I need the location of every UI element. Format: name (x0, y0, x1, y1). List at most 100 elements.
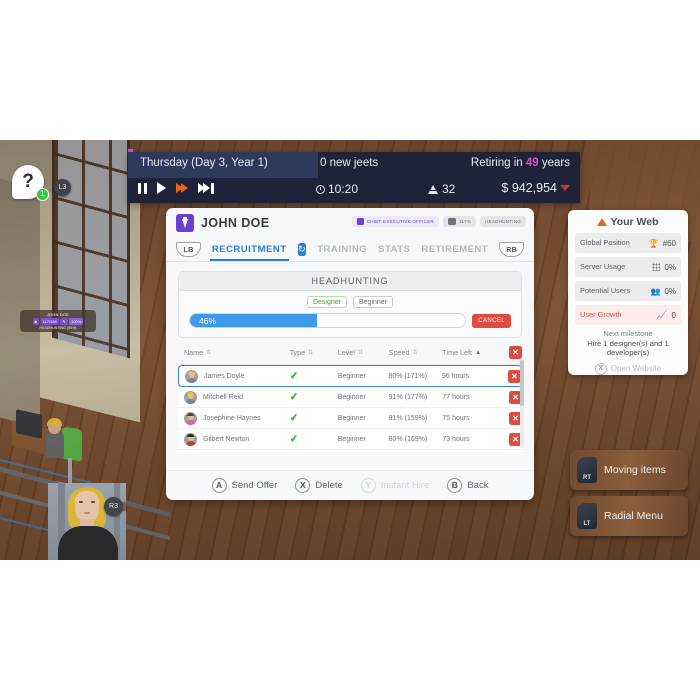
chip-role: CHIEF EXECUTIVE OFFICER (351, 216, 439, 227)
hint-radial-menu[interactable]: LT Radial Menu (570, 496, 688, 536)
candidate-name: Mitchell Reid (203, 393, 244, 401)
retirement-suffix: years (541, 157, 570, 169)
candidate-name: James Doyle (204, 372, 245, 380)
rt-trigger-label: RT (583, 475, 591, 481)
stat-label-server-usage: Server Usage (580, 262, 626, 272)
cell-name: Josephine Haynes (178, 411, 290, 425)
chip-task-label: HEADHUNTING (485, 219, 521, 224)
retirement-prefix: Retiring in (470, 157, 523, 169)
tie-knot-icon (183, 217, 187, 221)
cancel-headhunting-button[interactable]: CANCEL (472, 313, 511, 328)
column-header-level[interactable]: Level ⇅ (338, 346, 389, 359)
worker-stat-chip: 117/194 (40, 318, 59, 325)
candidate-name: Gilbert Newton (203, 435, 250, 443)
stat-potential-users: Potential Users 👥 0% (575, 281, 681, 301)
worker-role-icon: ■ (32, 318, 40, 325)
speed-controls (138, 182, 214, 194)
global-position-value: #60 (662, 238, 676, 248)
cell-time-left: 73 hours (442, 435, 470, 443)
jeets-label[interactable]: 0 new jeets (320, 157, 378, 169)
table-scroll-thumb[interactable] (520, 360, 524, 406)
table-row[interactable]: Gilbert Newton ✔ Beginner 80% (169%) 73 hour… (178, 429, 522, 450)
chip-efficiency: 117% (442, 216, 477, 227)
column-header-time-left[interactable]: Time Left ▲ (442, 346, 499, 359)
portrait-mouth (84, 512, 90, 514)
potential-users-value: 0% (664, 286, 676, 296)
panel-header: JOHN DOE CHIEF EXECUTIVE OFFICER 117% HE… (166, 208, 534, 238)
hint-moving-items[interactable]: RT Moving items (570, 450, 688, 490)
column-header-speed[interactable]: Speed ⇅ (389, 346, 443, 359)
candidate-avatar (184, 411, 197, 425)
candidate-avatar (184, 390, 197, 404)
headhunting-progress-bar: 46% (189, 313, 467, 328)
table-row[interactable]: Luna Ellison✔Beginner91% (167%)71 hours✕ (178, 450, 522, 452)
panel-tabs: LB RECRUITMENT ↻ TRAINING STATS RETIREME… (166, 238, 534, 262)
lt-trigger-label: LT (583, 521, 591, 527)
portrait-eye-left (79, 501, 83, 503)
table-row[interactable]: Josephine Haynes ✔ Beginner 91% (159%) 75 ho… (178, 408, 522, 429)
column-header-name[interactable]: Name ⇅ (178, 346, 290, 359)
table-scrollbar[interactable] (520, 360, 524, 448)
r3-stick-button[interactable]: R3 (104, 497, 123, 516)
stat-value-potential-users: 👥 0% (650, 287, 676, 296)
column-label-time-left: Time Left (442, 348, 473, 357)
tab-recruitment[interactable]: RECRUITMENT (209, 244, 289, 261)
table-row[interactable]: Mitchell Reid ✔ Beginner 91% (177%) 77 hours… (178, 387, 522, 408)
cell-level: Beginner (337, 372, 366, 380)
status-topbar: Thursday (Day 3, Year 1) 0 new jeets Ret… (128, 149, 580, 203)
grid-icon (652, 263, 661, 271)
your-web-panel: Your Web Global Position 🏆 #60 Server Us… (568, 210, 688, 375)
panel-action-bar: A Send Offer X Delete Y Instant Hire B Back (166, 470, 534, 500)
candidate-avatar (184, 432, 197, 446)
sort-icon-type: ⇅ (308, 350, 314, 356)
action-label: Send Offer (231, 480, 278, 491)
lt-trigger-icon: LT (577, 503, 597, 529)
delete-all-button[interactable]: ✕ (508, 346, 522, 359)
headhunting-level-tag: Beginner (352, 296, 394, 308)
tab-training[interactable]: TRAINING (317, 244, 367, 255)
play-icon[interactable] (157, 182, 166, 194)
stat-global-position: Global Position 🏆 #60 (575, 233, 681, 253)
stat-value-global-position: 🏆 #60 (649, 239, 676, 248)
action-label: Instant Hire (380, 480, 430, 491)
l3-stick-button[interactable]: L3 (54, 179, 71, 196)
action-back[interactable]: B Back (447, 478, 488, 493)
bumper-right-button[interactable]: RB (499, 242, 524, 257)
users-icon (428, 184, 438, 194)
action-send-offer[interactable]: A Send Offer (211, 478, 278, 493)
action-key: X (295, 478, 311, 493)
stat-value-user-growth: 📈 0 (656, 310, 676, 321)
refresh-icon[interactable]: ↻ (297, 243, 307, 256)
action-label: Back (467, 480, 489, 491)
hint-label-moving-items: Moving items (604, 464, 666, 476)
column-header-type[interactable]: Type ⇅ (290, 346, 338, 359)
cell-type: ✔ (289, 370, 338, 382)
action-instant-hire: Y Instant Hire (360, 478, 430, 493)
tab-retirement[interactable]: RETIREMENT (421, 244, 488, 255)
worker-nameplate-name: JOHN DOE (46, 312, 70, 317)
cell-level: Beginner (337, 393, 366, 401)
cell-type: ✔ (289, 391, 338, 403)
skip-end-icon[interactable] (198, 182, 214, 194)
your-web-logo-icon (597, 218, 608, 226)
role-badge-icon (356, 218, 364, 225)
action-delete[interactable]: X Delete (295, 478, 343, 493)
money-counter[interactable]: $ 942,954 (501, 181, 570, 195)
portrait-eye-right (91, 501, 95, 503)
headhunting-progress-row: 46% CANCEL (179, 311, 521, 337)
pause-icon[interactable] (138, 182, 147, 194)
fast-forward-icon[interactable] (176, 183, 188, 193)
employee-panel: JOHN DOE CHIEF EXECUTIVE OFFICER 117% HE… (166, 208, 534, 500)
open-website-action[interactable]: X Open Website (575, 362, 681, 375)
table-body: James Doyle ✔ Beginner 80% (171%) 96 hours ✕ M… (178, 364, 522, 452)
headhunting-progress-fill: 46% (190, 314, 317, 327)
table-row[interactable]: James Doyle ✔ Beginner 80% (171%) 96 hours ✕ (178, 365, 522, 387)
candidate-name: Josephine Haynes (203, 414, 261, 422)
tab-stats[interactable]: STATS (378, 244, 410, 255)
cell-delete: ✕ (500, 411, 522, 425)
cell-speed: 91% (177%) (388, 393, 428, 401)
headhunting-card: HEADHUNTING Designer Beginner 46% CANCEL (178, 271, 522, 338)
bumper-left-button[interactable]: LB (176, 242, 201, 257)
milestone-label: Next milestone (603, 329, 653, 338)
your-web-title: Your Web (575, 216, 681, 228)
